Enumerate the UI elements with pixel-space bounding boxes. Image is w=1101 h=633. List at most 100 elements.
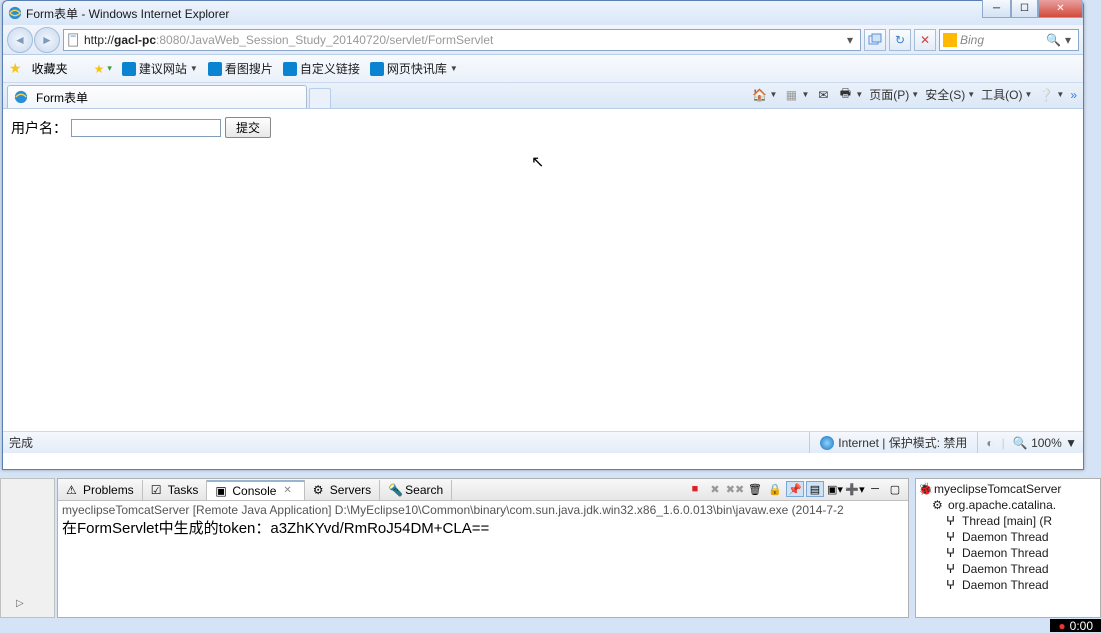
console-icon: ▣ (215, 484, 229, 498)
zoom-control[interactable]: 🔍 100% ▼ (1013, 436, 1077, 450)
clear-button[interactable]: 🗑 (746, 481, 764, 497)
tab-label: Servers (330, 483, 371, 497)
open-console-button[interactable]: ▣▾ (826, 481, 844, 497)
chevron-down-icon: ▼ (450, 64, 458, 73)
debug-thread[interactable]: ⵖThread [main] (R (918, 513, 1098, 529)
minimize-view-button[interactable]: ─ (866, 481, 884, 497)
submit-button[interactable]: 提交 (225, 117, 271, 138)
debug-process[interactable]: ⚙org.apache.catalina. (918, 497, 1098, 513)
mail-icon: ✉ (815, 87, 831, 103)
forward-button[interactable]: ► (34, 27, 60, 53)
pin-button[interactable]: 📌 (786, 481, 804, 497)
status-text: 完成 (9, 434, 809, 451)
back-button[interactable]: ◄ (7, 27, 33, 53)
gutter-arrow-icon[interactable]: ▷ (16, 598, 24, 609)
search-button[interactable]: 🔍 (1046, 33, 1061, 47)
ie-icon (8, 6, 22, 20)
remove-all-button[interactable]: ✖✖ (726, 481, 744, 497)
feeds-button[interactable]: ▦▼ (783, 87, 809, 103)
tab-console[interactable]: ▣Console✕ (207, 480, 304, 500)
maximize-view-button[interactable]: ▢ (886, 481, 904, 497)
fav-item-suggested[interactable]: 建议网站▼ (122, 60, 198, 77)
bing-icon (943, 33, 957, 47)
node-label: Thread [main] (R (962, 514, 1052, 528)
url-path: :8080/JavaWeb_Session_Study_20140720/ser… (156, 33, 493, 47)
status-zone[interactable]: Internet | 保护模式: 禁用 (809, 432, 978, 453)
favorites-star-icon[interactable]: ★ (9, 60, 22, 77)
scroll-lock-button[interactable]: 🔒 (766, 481, 784, 497)
safety-menu[interactable]: 安全(S)▼ (925, 86, 975, 103)
fav-item-image[interactable]: 看图搜片 (208, 60, 273, 77)
close-button[interactable]: ✕ (1038, 0, 1083, 18)
nav-row: ◄ ► http://gacl-pc:8080/JavaWeb_Session_… (3, 25, 1083, 55)
url-dropdown[interactable]: ▾ (843, 33, 857, 47)
search-icon: 🔦 (388, 483, 402, 497)
globe-icon (820, 436, 834, 450)
address-bar[interactable]: http://gacl-pc:8080/JavaWeb_Session_Stud… (63, 29, 861, 51)
record-icon[interactable]: ● (1058, 619, 1065, 633)
tab-problems[interactable]: ⚠Problems (58, 480, 143, 500)
compat-button[interactable] (864, 29, 886, 51)
problems-icon: ⚠ (66, 483, 80, 497)
form-row: 用户名： 提交 (11, 117, 1075, 138)
thread-icon: ⵖ (946, 546, 960, 560)
print-button[interactable]: 🖶▼ (837, 87, 863, 103)
tab-row: Form表单 🏠▼ ▦▼ ✉ 🖶▼ 页面(P)▼ 安全(S)▼ 工具(O)▼ ❔… (3, 83, 1083, 109)
fav-item-custom[interactable]: 自定义链接 (283, 60, 360, 77)
thread-icon: ⵖ (946, 562, 960, 576)
remove-button[interactable]: ✖ (706, 481, 724, 497)
refresh-icon: ↻ (895, 33, 905, 47)
site-icon (208, 62, 222, 76)
new-console-button[interactable]: ➕▾ (846, 481, 864, 497)
tab-close-icon[interactable]: ✕ (279, 485, 295, 496)
username-label: 用户名： (11, 118, 67, 138)
search-dropdown[interactable]: ▾ (1061, 33, 1075, 47)
home-icon: 🏠 (752, 87, 768, 103)
print-icon: 🖶 (837, 87, 853, 103)
protected-mode-icon[interactable]: ◐ (986, 436, 993, 450)
stop-button[interactable]: ✕ (914, 29, 936, 51)
window-controls: ─ ☐ ✕ (982, 0, 1083, 18)
new-tab-button[interactable] (309, 88, 331, 108)
titlebar: Form表单 - Windows Internet Explorer ─ ☐ ✕ (3, 1, 1083, 25)
tab-search[interactable]: 🔦Search (380, 480, 452, 500)
node-label: org.apache.catalina. (948, 498, 1056, 512)
url-host: gacl-pc (114, 33, 156, 47)
debug-view: 🐞myeclipseTomcatServer ⚙org.apache.catal… (915, 478, 1101, 618)
console-toolbar: ■ ✖ ✖✖ 🗑 🔒 📌 ▤ ▣▾ ➕▾ ─ ▢ (686, 481, 904, 497)
browser-tab[interactable]: Form表单 (7, 85, 307, 108)
debug-thread[interactable]: ⵖDaemon Thread (918, 545, 1098, 561)
debug-root[interactable]: 🐞myeclipseTomcatServer (918, 481, 1098, 497)
refresh-button[interactable]: ↻ (889, 29, 911, 51)
page-menu[interactable]: 页面(P)▼ (869, 86, 919, 103)
window-title: Form表单 - Windows Internet Explorer (26, 5, 229, 22)
search-bar[interactable]: Bing 🔍 ▾ (939, 29, 1079, 51)
tab-tasks[interactable]: ☑Tasks (143, 480, 208, 500)
page-content: 用户名： 提交 (3, 109, 1083, 431)
tools-menu[interactable]: 工具(O)▼ (981, 86, 1032, 103)
recorder-bar: ● 0:00 (1050, 619, 1101, 632)
debug-thread[interactable]: ⵖDaemon Thread (918, 529, 1098, 545)
url-text: http://gacl-pc:8080/JavaWeb_Session_Stud… (84, 33, 843, 47)
debug-thread[interactable]: ⵖDaemon Thread (918, 561, 1098, 577)
node-label: Daemon Thread (962, 546, 1049, 560)
terminate-button[interactable]: ■ (686, 481, 704, 497)
tab-servers[interactable]: ⚙Servers (305, 480, 380, 500)
console-body[interactable]: myeclipseTomcatServer [Remote Java Appli… (58, 501, 908, 617)
display-button[interactable]: ▤ (806, 481, 824, 497)
debug-thread[interactable]: ⵖDaemon Thread (918, 577, 1098, 593)
username-input[interactable] (71, 119, 221, 137)
maximize-button[interactable]: ☐ (1011, 0, 1038, 18)
favorites-label[interactable]: 收藏夹 (32, 60, 68, 77)
rss-icon: ▦ (783, 87, 799, 103)
tasks-icon: ☑ (151, 483, 165, 497)
minimize-button[interactable]: ─ (982, 0, 1011, 18)
expand-button[interactable]: » (1070, 88, 1077, 102)
node-label: Daemon Thread (962, 562, 1049, 576)
mail-button[interactable]: ✉ (815, 87, 831, 103)
fav-item-slice[interactable]: 网页快讯库▼ (370, 60, 458, 77)
help-button[interactable]: ❔▼ (1038, 87, 1064, 103)
home-button[interactable]: 🏠▼ (752, 87, 778, 103)
eclipse-gutter: ▷ (0, 478, 55, 618)
fav-add-icon[interactable]: ★▾ (94, 62, 112, 76)
